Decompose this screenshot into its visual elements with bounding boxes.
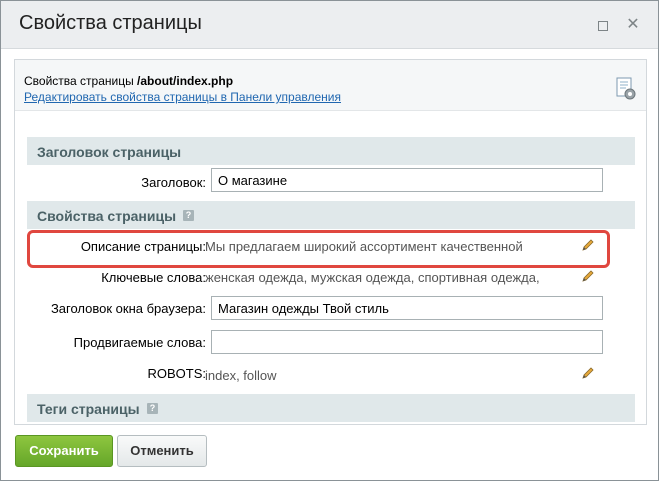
- page-settings-icon: [616, 77, 636, 100]
- page-properties-dialog: Свойства страницы ✕ Свойства страницы /a…: [0, 0, 659, 481]
- title-label: Заголовок:: [141, 175, 206, 190]
- section-title: Свойства страницы: [37, 208, 177, 224]
- keywords-label: Ключевые слова:: [101, 270, 206, 285]
- browser-title-highlight: [27, 230, 610, 268]
- section-page-heading: Заголовок страницы: [27, 137, 635, 165]
- section-title: Заголовок страницы: [37, 144, 182, 160]
- section-page-tags: Теги страницы ?: [27, 394, 635, 422]
- help-icon[interactable]: ?: [147, 403, 158, 414]
- browser-title-label: Заголовок окна браузера:: [50, 301, 206, 316]
- robots-label: ROBOTS:: [147, 366, 206, 381]
- robots-value: index, follow: [205, 368, 277, 383]
- save-button[interactable]: Сохранить: [15, 435, 113, 467]
- edit-robots-icon[interactable]: [581, 366, 595, 380]
- browser-title-input[interactable]: Магазин одежды Твой стиль: [211, 296, 603, 320]
- keywords-value: женская одежда, мужская одежда, спортивн…: [205, 270, 540, 285]
- title-input[interactable]: О магазине: [211, 168, 603, 192]
- edit-keywords-icon[interactable]: [581, 269, 595, 283]
- edit-in-control-panel-link[interactable]: Редактировать свойства страницы в Панели…: [24, 90, 341, 104]
- maximize-icon[interactable]: [596, 18, 610, 32]
- cancel-button[interactable]: Отменить: [117, 435, 207, 467]
- section-page-properties: Свойства страницы ?: [27, 201, 635, 229]
- promoted-words-input[interactable]: [211, 330, 603, 354]
- info-panel: Свойства страницы /about/index.php Редак…: [15, 60, 646, 111]
- section-title: Теги страницы: [37, 401, 140, 417]
- dialog-titlebar[interactable]: Свойства страницы ✕: [1, 1, 658, 49]
- dialog-title: Свойства страницы: [19, 12, 202, 34]
- promoted-words-label: Продвигаемые слова:: [73, 335, 206, 350]
- close-icon[interactable]: ✕: [626, 17, 640, 33]
- page-path: Свойства страницы /about/index.php: [24, 74, 234, 88]
- help-icon[interactable]: ?: [183, 210, 194, 221]
